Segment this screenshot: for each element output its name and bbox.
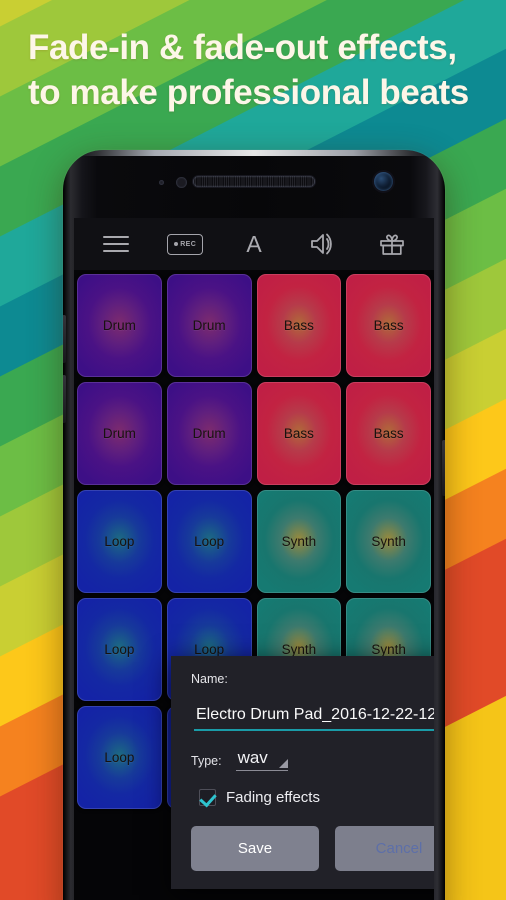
pad-drum[interactable]: Drum xyxy=(166,274,252,377)
headline-line-2: to make professional beats xyxy=(28,72,469,112)
power-button[interactable] xyxy=(442,440,445,496)
pad-label: Loop xyxy=(194,534,225,549)
cancel-button[interactable]: Cancel xyxy=(335,825,434,871)
pad-label: Loop xyxy=(194,642,225,657)
pad-loop[interactable]: Loop xyxy=(77,598,162,701)
app-toolbar: REC A xyxy=(74,218,434,270)
pad-label: Bass xyxy=(373,426,404,441)
name-input[interactable] xyxy=(194,704,434,731)
pad-label: Synth xyxy=(281,534,317,549)
front-camera-icon xyxy=(374,172,393,191)
proximity-sensor-icon xyxy=(159,180,164,185)
fading-effects-label: Fading effects xyxy=(226,788,320,806)
save-button[interactable]: Save xyxy=(191,825,319,871)
phone-mockup: REC A Drum Drum Bass Bass Drum Drum Bass… xyxy=(63,150,445,900)
pad-label: Synth xyxy=(371,642,406,657)
pad-label: Bass xyxy=(283,426,314,441)
hamburger-menu-icon[interactable] xyxy=(93,224,139,264)
dialog-buttons: Save Cancel xyxy=(191,825,434,871)
phone-screen: REC A Drum Drum Bass Bass Drum Drum Bass… xyxy=(74,218,434,900)
type-dropdown[interactable]: wav xyxy=(235,748,288,771)
pad-label: Loop xyxy=(104,750,135,765)
pad-synth[interactable]: Synth xyxy=(346,490,431,593)
pad-label: Synth xyxy=(371,534,406,549)
earpiece-grille-icon xyxy=(193,176,315,187)
pad-label: Loop xyxy=(104,534,135,549)
pad-drum[interactable]: Drum xyxy=(77,274,162,377)
fading-effects-row[interactable]: Fading effects xyxy=(199,788,434,806)
pad-label: Bass xyxy=(283,318,314,333)
pad-label: Drum xyxy=(102,426,136,441)
pad-bass[interactable]: Bass xyxy=(256,274,342,377)
volume-down-button[interactable] xyxy=(63,375,66,423)
pad-label: Drum xyxy=(192,318,226,333)
volume-up-button[interactable] xyxy=(63,315,66,363)
light-sensor-icon xyxy=(176,177,187,188)
text-tool-button[interactable]: A xyxy=(231,224,277,264)
record-button[interactable]: REC xyxy=(162,224,208,264)
pad-loop[interactable]: Loop xyxy=(77,490,162,593)
volume-button[interactable] xyxy=(300,224,346,264)
pad-synth[interactable]: Synth xyxy=(256,490,342,593)
gift-icon[interactable] xyxy=(369,224,415,264)
letter-a-icon: A xyxy=(246,230,262,257)
pad-loop[interactable]: Loop xyxy=(166,490,252,593)
pad-label: Drum xyxy=(102,318,136,333)
rec-badge: REC xyxy=(167,233,204,255)
pad-drum[interactable]: Drum xyxy=(77,382,162,485)
pad-bass[interactable]: Bass xyxy=(256,382,342,485)
chevron-down-icon xyxy=(278,758,288,768)
pad-bass[interactable]: Bass xyxy=(346,382,431,485)
pad-label: Bass xyxy=(373,318,404,333)
fading-effects-checkbox[interactable] xyxy=(199,788,216,806)
name-field-wrapper xyxy=(194,704,434,731)
pad-loop[interactable]: Loop xyxy=(77,706,162,809)
type-value: wav xyxy=(237,748,268,767)
pad-label: Drum xyxy=(192,426,226,441)
type-label: Type: xyxy=(191,753,222,768)
save-dialog: Name: Type: wav Fading effects Save Canc… xyxy=(171,656,434,889)
record-label: REC xyxy=(180,240,197,248)
record-dot-icon xyxy=(174,242,179,246)
page-title: Fade-in & fade-out effects, to make prof… xyxy=(28,26,490,116)
pad-drum[interactable]: Drum xyxy=(166,382,252,485)
headline-line-1: Fade-in & fade-out effects, xyxy=(28,28,457,67)
phone-top-bezel xyxy=(63,150,445,218)
name-label: Name: xyxy=(191,672,228,686)
pad-label: Synth xyxy=(281,642,317,657)
type-row: Type: wav xyxy=(191,748,434,771)
pad-bass[interactable]: Bass xyxy=(346,274,431,377)
pad-label: Loop xyxy=(104,642,135,657)
